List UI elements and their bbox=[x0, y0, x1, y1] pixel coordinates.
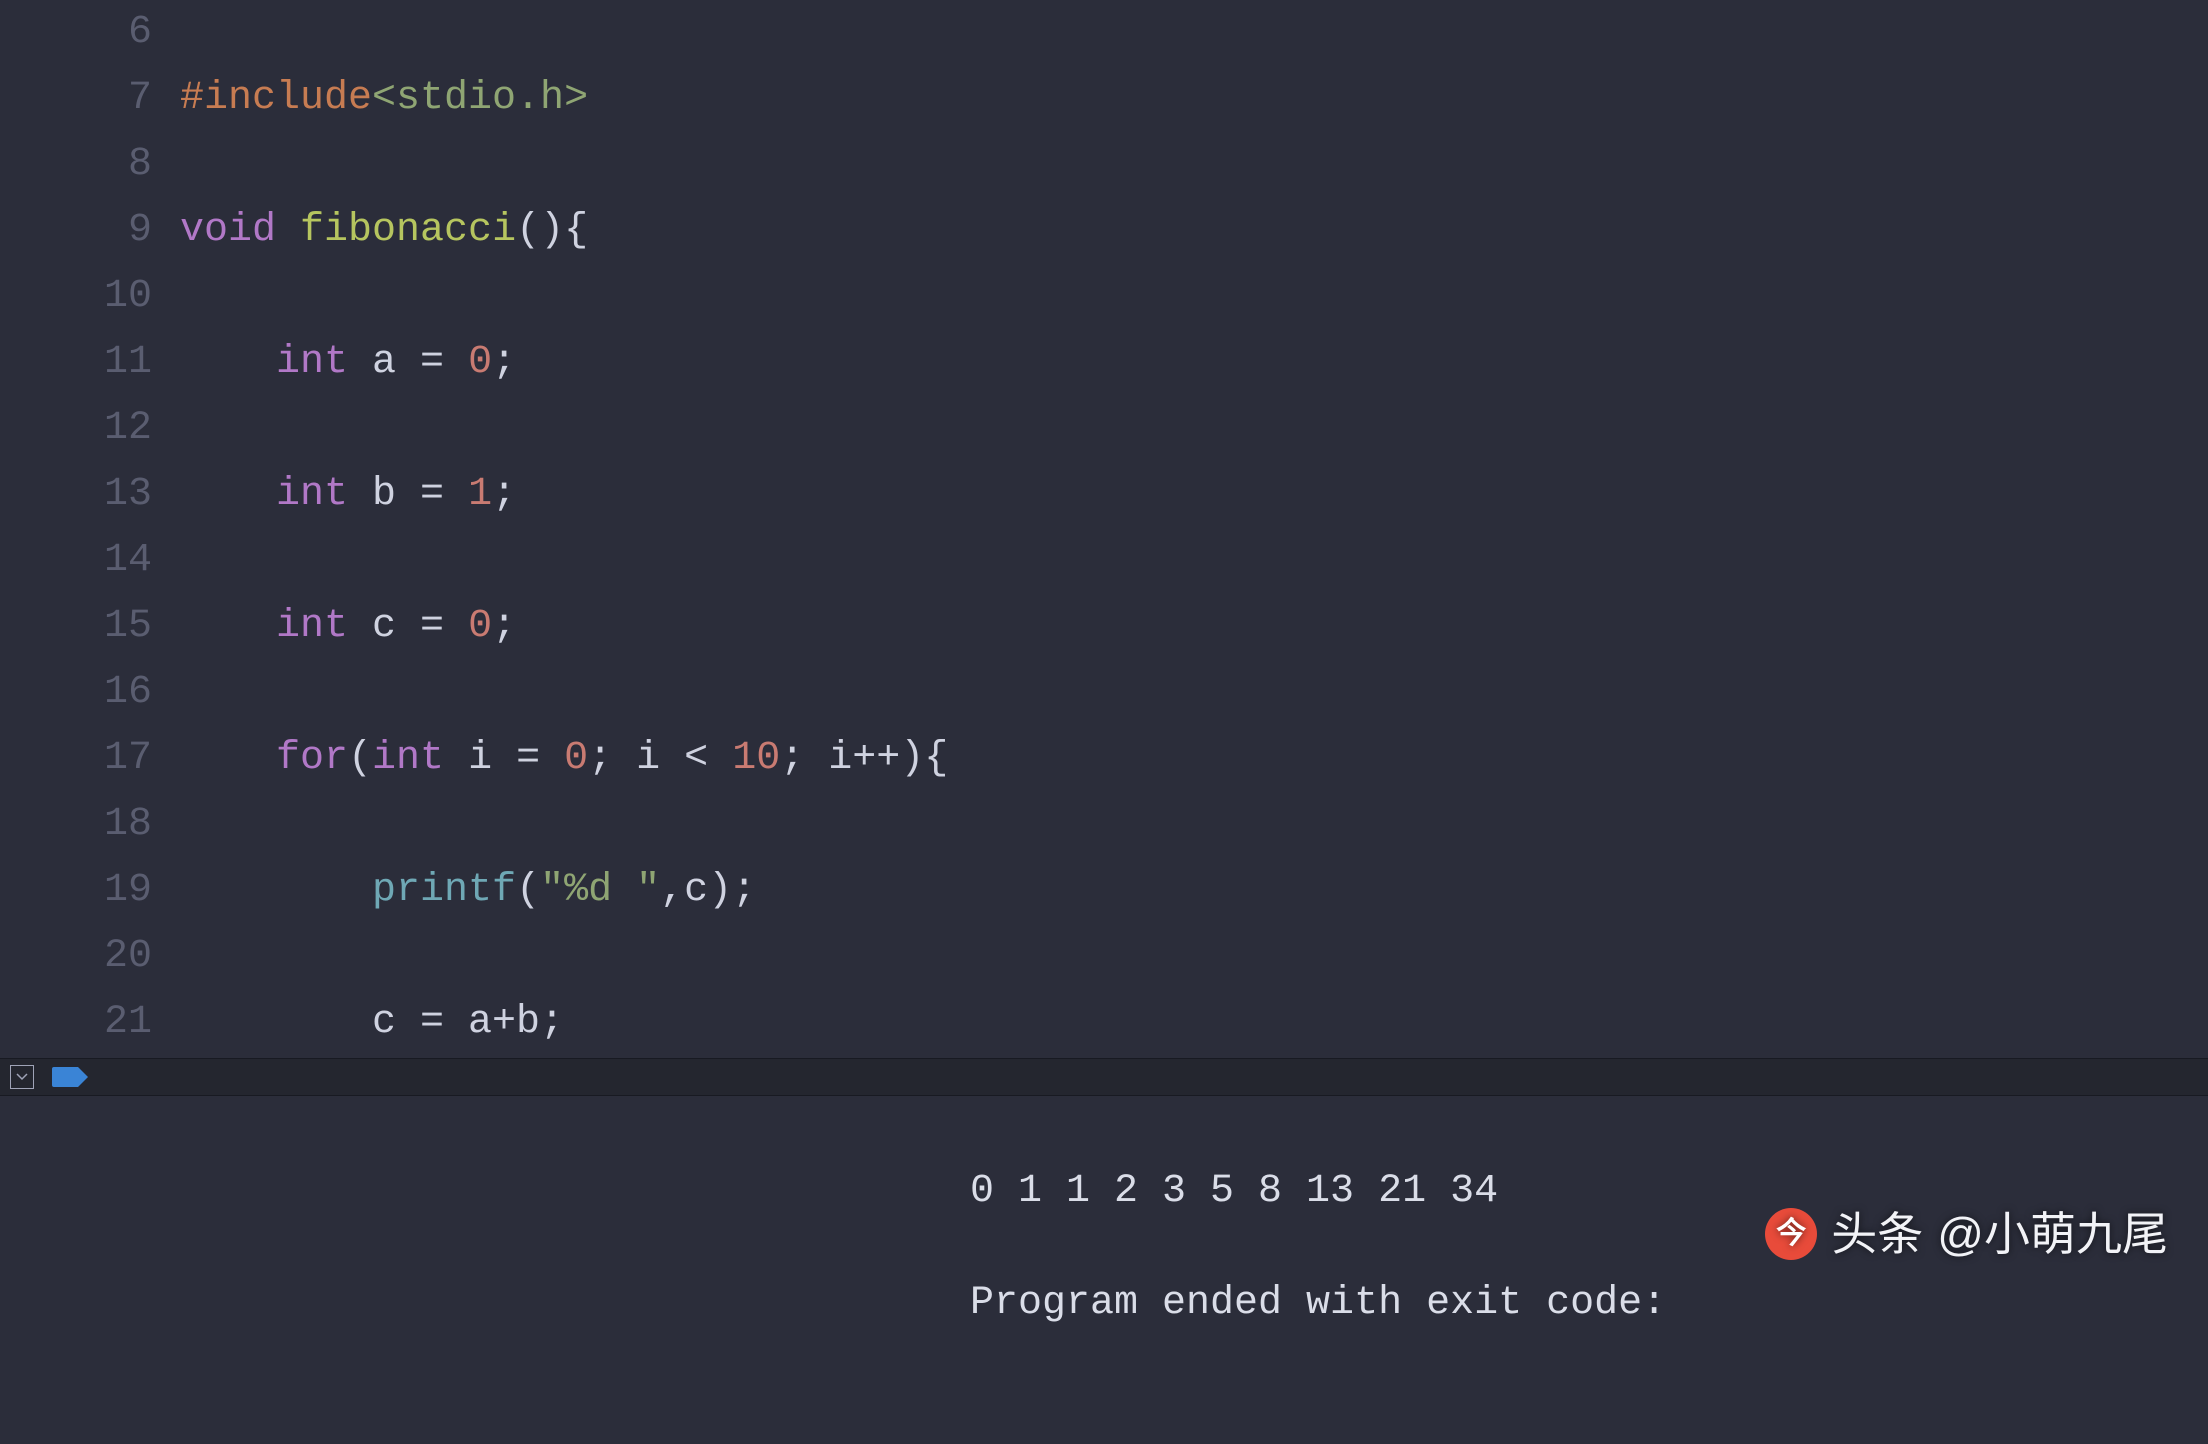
code-line[interactable]: int a = 0; bbox=[180, 330, 2208, 396]
watermark-handle: @小萌九尾 bbox=[1937, 1206, 2168, 1262]
breakpoint-tag-icon[interactable] bbox=[52, 1067, 78, 1087]
line-number: 15 bbox=[0, 594, 152, 660]
debug-dropdown-icon[interactable] bbox=[10, 1065, 34, 1089]
code-line[interactable]: printf("%d ",c); bbox=[180, 858, 2208, 924]
code-content[interactable]: #include<stdio.h> void fibonacci(){ int … bbox=[180, 0, 2208, 1058]
watermark-brand: 头条 bbox=[1831, 1206, 1923, 1262]
line-number: 20 bbox=[0, 924, 152, 990]
code-line[interactable]: c = a+b; bbox=[180, 990, 2208, 1056]
code-line[interactable]: int c = 0; bbox=[180, 594, 2208, 660]
watermark-logo-icon: 今 bbox=[1765, 1208, 1817, 1260]
line-number: 8 bbox=[0, 132, 152, 198]
line-number: 13 bbox=[0, 462, 152, 528]
code-line[interactable]: #include<stdio.h> bbox=[180, 66, 2208, 132]
line-number: 6 bbox=[0, 0, 152, 66]
console-output[interactable]: 0 1 1 2 3 5 8 13 21 34 Program ended wit… bbox=[0, 1096, 2208, 1274]
code-line[interactable]: for(int i = 0; i < 10; i++){ bbox=[180, 726, 2208, 792]
line-number: 21 bbox=[0, 990, 152, 1056]
line-number-gutter: 6 7 8 9 10 11 12 13 14 15 16 17 18 19 20… bbox=[0, 0, 180, 1058]
line-number: 18 bbox=[0, 792, 152, 858]
code-line[interactable]: void fibonacci(){ bbox=[180, 198, 2208, 264]
code-editor[interactable]: 6 7 8 9 10 11 12 13 14 15 16 17 18 19 20… bbox=[0, 0, 2208, 1058]
watermark: 今 头条 @小萌九尾 bbox=[1765, 1206, 2168, 1262]
code-line[interactable]: int b = 1; bbox=[180, 462, 2208, 528]
line-number: 16 bbox=[0, 660, 152, 726]
line-number: 7 bbox=[0, 66, 152, 132]
console-line: Program ended with exit code: bbox=[970, 1276, 2208, 1332]
line-number: 10 bbox=[0, 264, 152, 330]
line-number: 11 bbox=[0, 330, 152, 396]
line-number: 14 bbox=[0, 528, 152, 594]
line-number: 17 bbox=[0, 726, 152, 792]
line-number: 12 bbox=[0, 396, 152, 462]
debug-bar bbox=[0, 1058, 2208, 1096]
line-number: 19 bbox=[0, 858, 152, 924]
line-number: 9 bbox=[0, 198, 152, 264]
